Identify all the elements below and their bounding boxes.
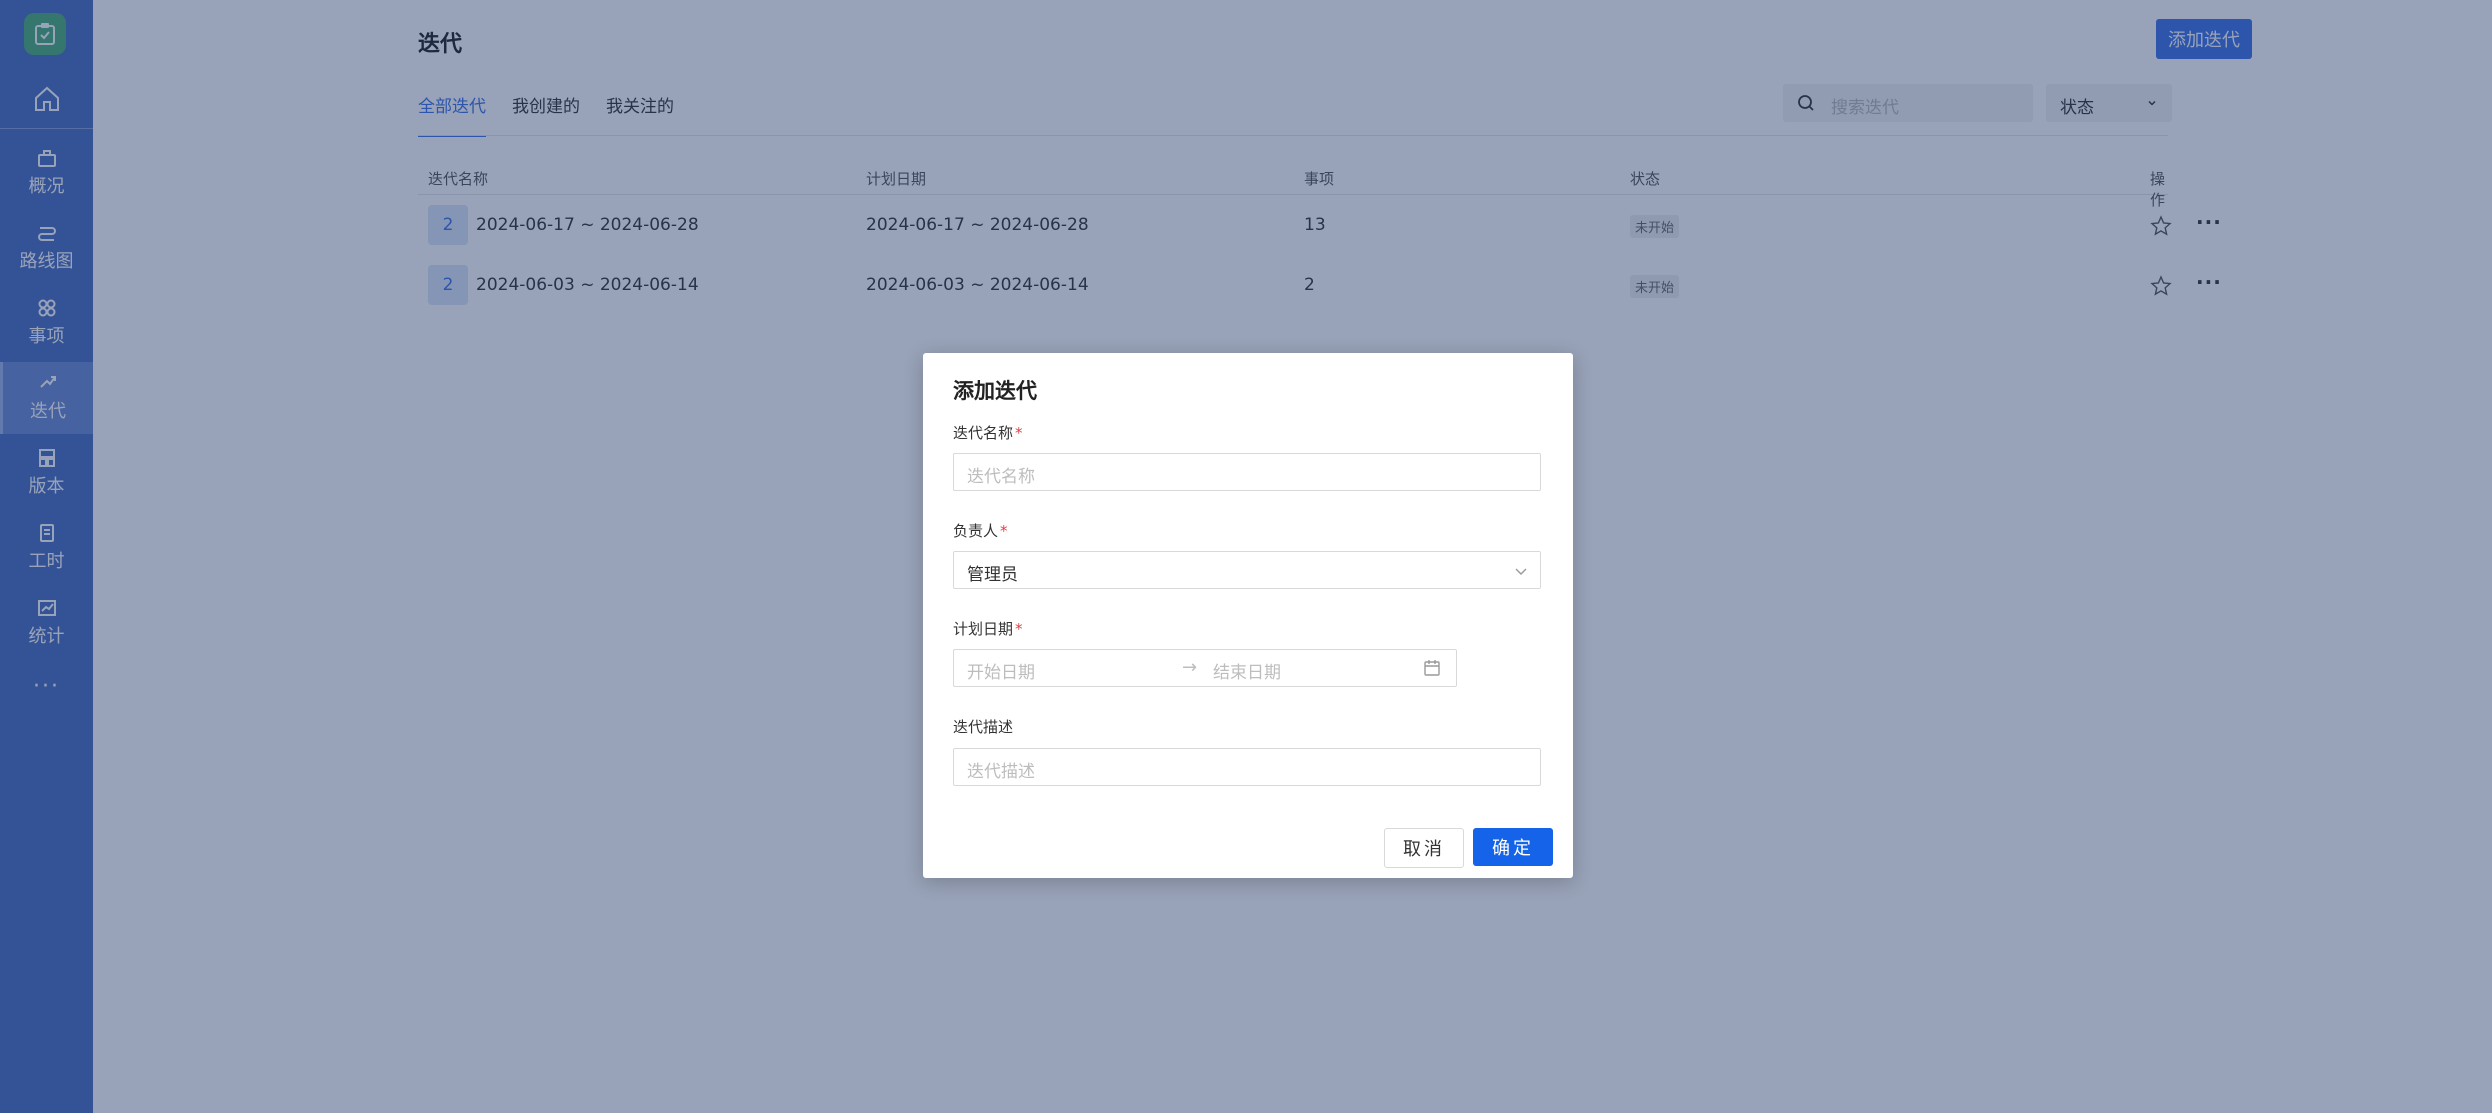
- date-range-picker[interactable]: 开始日期 → 结束日期: [953, 649, 1457, 687]
- required-mark: *: [1000, 522, 1008, 540]
- confirm-button[interactable]: 确定: [1473, 828, 1553, 866]
- arrow-right-icon: →: [1182, 657, 1198, 678]
- owner-field-label: 负责人 *: [953, 520, 1008, 541]
- name-label-text: 迭代名称: [953, 424, 1014, 442]
- start-date-input[interactable]: 开始日期: [967, 658, 1035, 683]
- required-mark: *: [1015, 620, 1023, 638]
- desc-placeholder: 迭代描述: [967, 762, 1035, 782]
- name-field-label: 迭代名称 *: [953, 422, 1023, 443]
- iteration-name-input[interactable]: 迭代名称: [953, 453, 1541, 491]
- name-placeholder: 迭代名称: [967, 467, 1035, 487]
- desc-label-text: 迭代描述: [953, 718, 1014, 736]
- add-iteration-dialog: 添加迭代 迭代名称 * 迭代名称 负责人 * 管理员 计划日期 * 开始日期 → 结束…: [923, 353, 1573, 878]
- owner-select[interactable]: 管理员: [953, 551, 1541, 589]
- owner-label-text: 负责人: [953, 522, 999, 540]
- chevron-down-icon: [1515, 568, 1527, 575]
- desc-field-label: 迭代描述: [953, 716, 1013, 737]
- cancel-button[interactable]: 取消: [1384, 828, 1464, 868]
- iteration-description-input[interactable]: 迭代描述: [953, 748, 1541, 786]
- required-mark: *: [1015, 424, 1023, 442]
- owner-value: 管理员: [967, 565, 1018, 585]
- date-field-label: 计划日期 *: [953, 618, 1023, 639]
- calendar-icon: [1424, 660, 1440, 676]
- date-label-text: 计划日期: [953, 620, 1014, 638]
- end-date-input[interactable]: 结束日期: [1213, 658, 1281, 683]
- dialog-title: 添加迭代: [953, 379, 1037, 403]
